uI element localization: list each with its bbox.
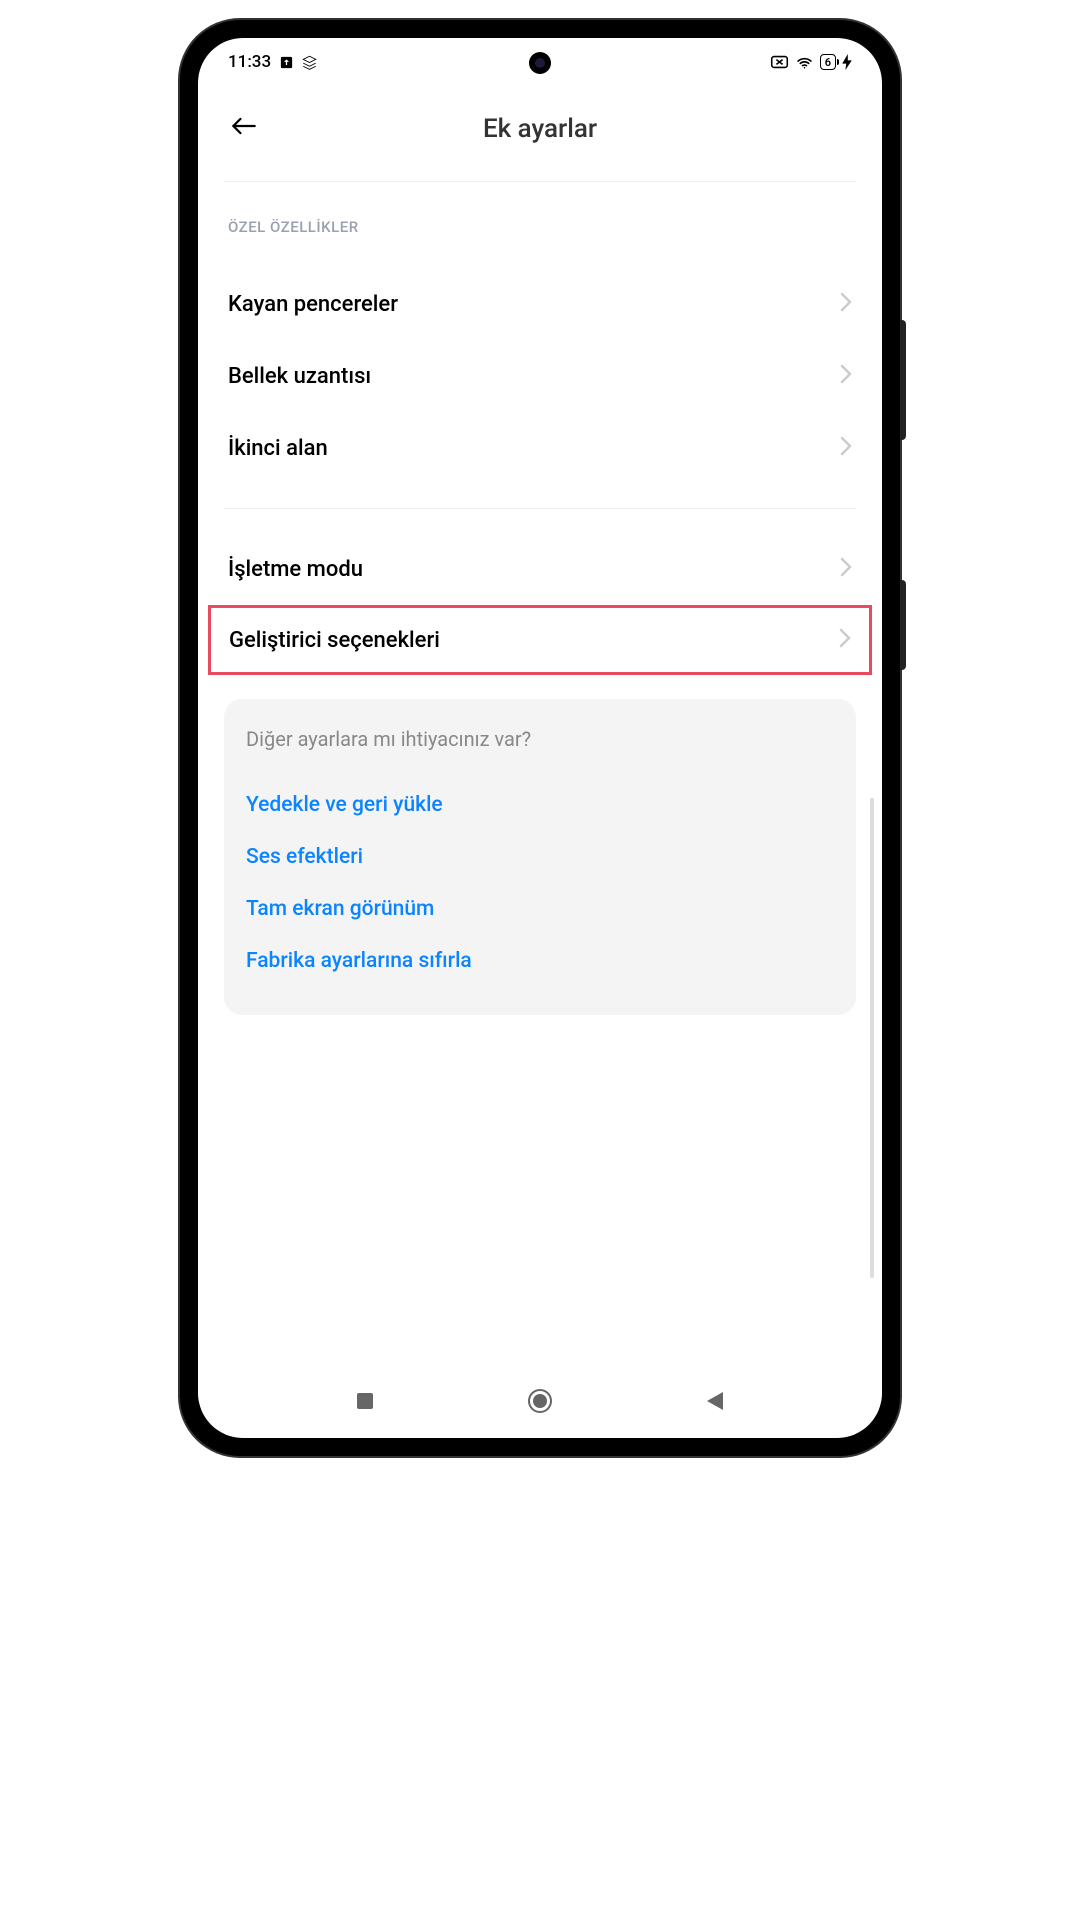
phone-side-button-2 xyxy=(900,580,906,670)
list-item-enterprise-mode[interactable]: İşletme modu xyxy=(224,533,856,605)
scroll-indicator[interactable] xyxy=(870,798,874,1278)
chevron-right-icon xyxy=(840,290,852,318)
layers-icon xyxy=(302,55,317,70)
chevron-right-icon xyxy=(840,362,852,390)
status-time: 11:33 xyxy=(228,52,271,72)
suggestion-link-factory-reset[interactable]: Fabrika ayarlarına sıfırla xyxy=(246,935,834,987)
suggestion-link-backup[interactable]: Yedekle ve geri yükle xyxy=(246,779,834,831)
nav-home-button[interactable] xyxy=(525,1386,555,1416)
nav-recents-button[interactable] xyxy=(350,1386,380,1416)
status-right: 6 xyxy=(770,54,852,70)
phone-side-button-1 xyxy=(900,320,906,440)
list-item-second-space[interactable]: İkinci alan xyxy=(224,412,856,484)
navigation-bar xyxy=(198,1358,882,1438)
charging-icon xyxy=(842,54,852,70)
suggestions-title: Diğer ayarlara mı ihtiyacınız var? xyxy=(246,727,834,751)
content: ÖZEL ÖZELLİKLER Kayan pencereler Bellek … xyxy=(198,181,882,1358)
no-sim-icon xyxy=(770,55,789,69)
back-button[interactable] xyxy=(224,108,264,149)
chevron-right-icon xyxy=(840,555,852,583)
section-header: ÖZEL ÖZELLİKLER xyxy=(224,218,856,236)
list-item-floating-windows[interactable]: Kayan pencereler xyxy=(224,268,856,340)
header: Ek ayarlar xyxy=(198,80,882,181)
battery-level: 6 xyxy=(825,56,831,69)
chevron-right-icon xyxy=(840,434,852,462)
wifi-icon xyxy=(795,55,814,70)
camera-notch xyxy=(529,52,551,74)
divider xyxy=(224,181,856,182)
list-item-label: Kayan pencereler xyxy=(228,292,398,317)
suggestion-link-sound[interactable]: Ses efektleri xyxy=(246,831,834,883)
page-title: Ek ayarlar xyxy=(483,114,597,144)
list-item-label: İşletme modu xyxy=(228,557,363,582)
chevron-right-icon xyxy=(839,626,851,654)
list-item-label: Bellek uzantısı xyxy=(228,364,371,389)
list-item-label: İkinci alan xyxy=(228,436,328,461)
nav-back-button[interactable] xyxy=(700,1386,730,1416)
list-item-label: Geliştirici seçenekleri xyxy=(229,628,440,653)
upload-icon xyxy=(279,55,294,70)
suggestions-card: Diğer ayarlara mı ihtiyacınız var? Yedek… xyxy=(224,699,856,1015)
section-divider xyxy=(224,508,856,509)
suggestion-link-fullscreen[interactable]: Tam ekran görünüm xyxy=(246,883,834,935)
battery-icon: 6 xyxy=(820,54,836,70)
phone-frame: 11:33 6 xyxy=(180,20,900,1456)
list-item-memory-extension[interactable]: Bellek uzantısı xyxy=(224,340,856,412)
screen: 11:33 6 xyxy=(198,38,882,1438)
list-item-developer-options[interactable]: Geliştirici seçenekleri xyxy=(208,605,872,675)
status-left: 11:33 xyxy=(228,52,317,72)
